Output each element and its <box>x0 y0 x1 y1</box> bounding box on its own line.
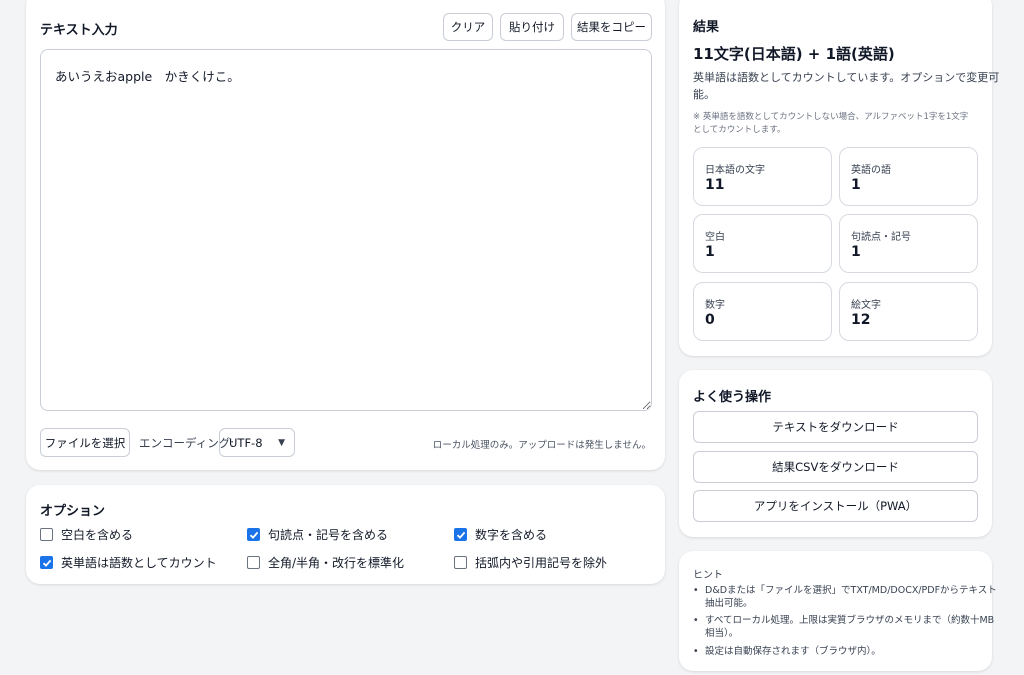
checkbox-include-punctuation[interactable] <box>247 528 260 541</box>
paste-button[interactable]: 貼り付け <box>500 13 564 41</box>
hint-line: 抽出可能。 <box>705 598 753 609</box>
stat-label: 英語の語 <box>851 165 891 176</box>
option-label: 句読点・記号を含める <box>268 528 389 542</box>
stat-emoji: 絵文字 12 <box>839 282 978 341</box>
result-description-line: 英単語は語数としてカウントしています。オプションで変更可 <box>693 71 1000 84</box>
option-include-numbers[interactable]: 数字を含める <box>454 526 547 543</box>
option-exclude-brackets[interactable]: 括弧内や引用記号を除外 <box>454 554 607 571</box>
stat-value: 11 <box>705 177 725 193</box>
option-english-words[interactable]: 英単語は語数としてカウント <box>40 554 217 571</box>
check-icon <box>249 531 258 539</box>
text-input-title: テキスト入力 <box>40 23 118 38</box>
hints-card: ヒント D&Dまたは「ファイルを選択」でTXT/MD/DOCX/PDFからテキス… <box>679 551 997 671</box>
clear-button[interactable]: クリア <box>443 13 493 41</box>
actions-card: よく使う操作 テキストをダウンロード 結果CSVをダウンロード アプリをインスト… <box>679 370 992 537</box>
encoding-value: UTF-8 <box>229 435 263 450</box>
checkbox-include-numbers[interactable] <box>454 528 467 541</box>
hint-line: 相当）。 <box>705 628 739 639</box>
stat-label: 日本語の文字 <box>705 165 765 176</box>
option-label: 英単語は語数としてカウント <box>61 556 217 570</box>
stat-value: 12 <box>851 312 871 328</box>
result-description-line: 能。 <box>693 88 715 101</box>
stat-label: 絵文字 <box>851 300 881 311</box>
result-note-line: ※ 英単語を語数としてカウントしない場合、アルファベット1字を1文字 <box>693 112 969 122</box>
result-note-line: としてカウントします。 <box>693 125 786 135</box>
hints-title: ヒント <box>693 570 723 581</box>
stat-value: 0 <box>705 312 715 328</box>
install-pwa-button[interactable]: アプリをインストール（PWA） <box>693 490 978 522</box>
stat-value: 1 <box>705 244 715 260</box>
stat-label: 空白 <box>705 232 725 243</box>
stat-japanese-chars: 日本語の文字 11 <box>693 147 832 206</box>
option-include-punctuation[interactable]: 句読点・記号を含める <box>247 526 388 543</box>
stat-value: 1 <box>851 244 861 260</box>
download-csv-button[interactable]: 結果CSVをダウンロード <box>693 451 978 483</box>
result-note: ※ 英単語を語数としてカウントしない場合、アルファベット1字を1文字 としてカウ… <box>693 111 983 137</box>
checkbox-normalize[interactable] <box>247 556 260 569</box>
hint-item: 設定は自動保存されます（ブラウザ内）。 <box>693 645 983 658</box>
result-card: 結果 11文字(日本語) + 1語(英語) 英単語は語数としてカウントしています… <box>679 0 1000 356</box>
result-headline: 11文字(日本語) + 1語(英語) <box>693 45 895 63</box>
check-icon <box>42 559 51 567</box>
encoding-select[interactable]: UTF-8 ▼ <box>219 428 295 457</box>
option-normalize[interactable]: 全角/半角・改行を標準化 <box>247 554 404 571</box>
stat-punctuation: 句読点・記号 1 <box>839 214 978 273</box>
stat-numbers: 数字 0 <box>693 282 832 341</box>
checkbox-include-spaces[interactable] <box>40 528 53 541</box>
text-input-card: テキスト入力 クリア 貼り付け 結果をコピー あいうえおapple かきくけこ。… <box>26 0 665 470</box>
option-include-spaces[interactable]: 空白を含める <box>40 526 133 543</box>
hint-line: 設定は自動保存されます（ブラウザ内）。 <box>705 646 881 657</box>
option-label: 括弧内や引用記号を除外 <box>475 556 608 570</box>
checkbox-exclude-brackets[interactable] <box>454 556 467 569</box>
options-title: オプション <box>40 504 106 519</box>
checkbox-english-words[interactable] <box>40 556 53 569</box>
hint-line: すべてローカル処理。上限は実質ブラウザのメモリまで（約数十MB <box>705 615 995 626</box>
text-input-area[interactable]: あいうえおapple かきくけこ。 <box>40 49 652 411</box>
option-label: 数字を含める <box>475 528 548 542</box>
result-title: 結果 <box>693 20 720 35</box>
copy-result-button[interactable]: 結果をコピー <box>571 13 652 41</box>
stat-spaces: 空白 1 <box>693 214 832 273</box>
option-label: 全角/半角・改行を標準化 <box>268 556 405 570</box>
local-processing-note: ローカル処理のみ。アップロードは発生しません。 <box>432 440 651 451</box>
stat-value: 1 <box>851 177 861 193</box>
choose-file-button[interactable]: ファイルを選択 <box>40 428 130 457</box>
check-icon <box>456 531 465 539</box>
hint-item: すべてローカル処理。上限は実質ブラウザのメモリまで（約数十MB 相当）。 <box>693 614 995 640</box>
options-card: オプション 空白を含める 句読点・記号を含める 数字を含める 英単語は語数として… <box>26 485 665 584</box>
stat-label: 数字 <box>705 300 725 311</box>
hint-line: D&Dまたは「ファイルを選択」でTXT/MD/DOCX/PDFからテキスト <box>705 585 997 596</box>
chevron-down-icon: ▼ <box>278 437 285 448</box>
download-text-button[interactable]: テキストをダウンロード <box>693 411 978 443</box>
option-label: 空白を含める <box>61 528 134 542</box>
stat-english-words: 英語の語 1 <box>839 147 978 206</box>
stat-label: 句読点・記号 <box>851 232 911 243</box>
hint-item: D&Dまたは「ファイルを選択」でTXT/MD/DOCX/PDFからテキスト 抽出… <box>693 584 997 610</box>
actions-title: よく使う操作 <box>693 390 772 405</box>
result-description: 英単語は語数としてカウントしています。オプションで変更可 能。 <box>693 69 1000 103</box>
